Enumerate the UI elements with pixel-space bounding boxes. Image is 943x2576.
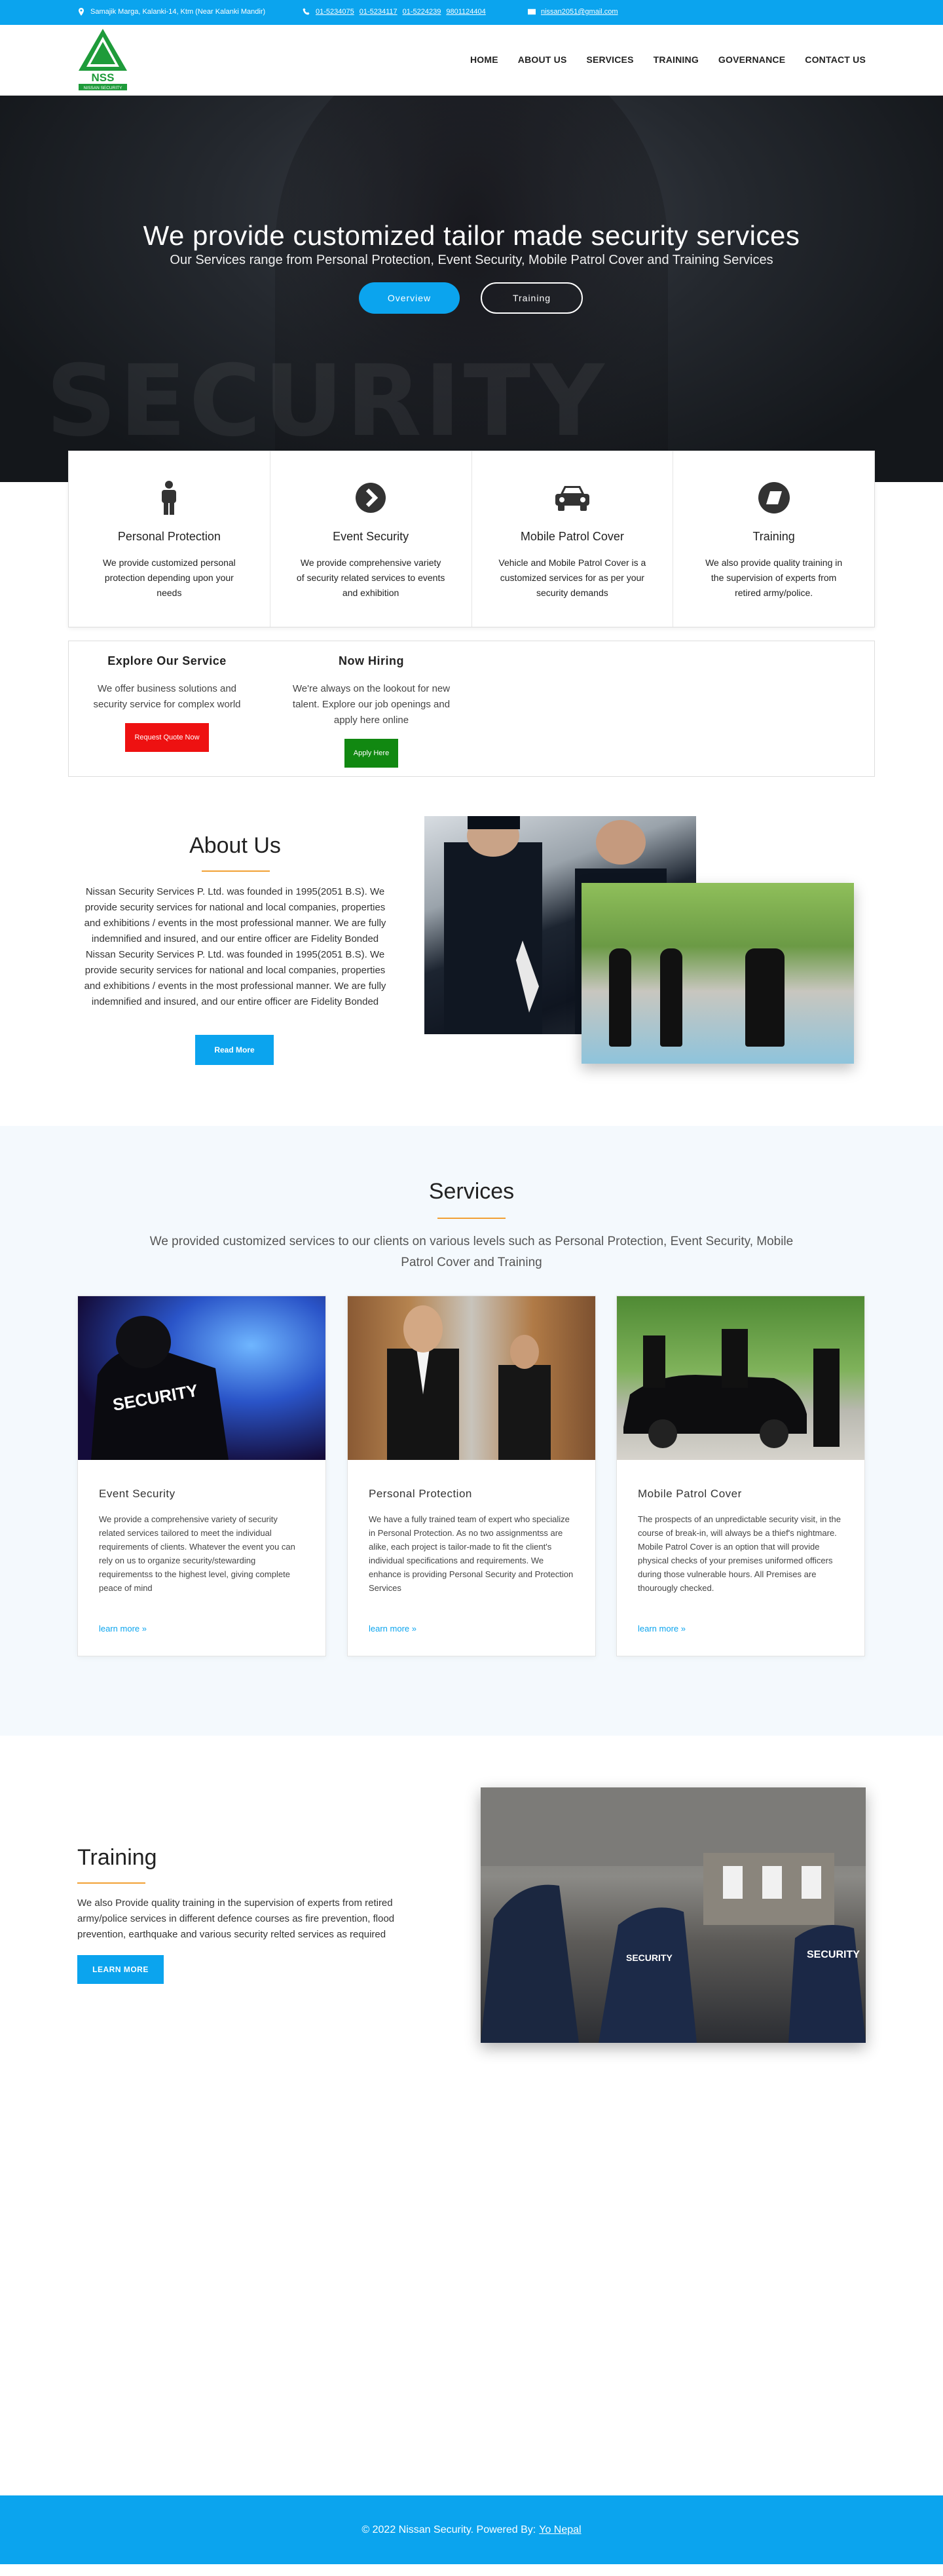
services-underline bbox=[437, 1218, 506, 1219]
main-nav: HOME ABOUT US SERVICES TRAINING GOVERNAN… bbox=[470, 54, 866, 65]
explore-text: We offer business solutions and security… bbox=[93, 683, 241, 710]
nav-governance[interactable]: GOVERNANCE bbox=[718, 54, 785, 65]
nav-home[interactable]: HOME bbox=[470, 54, 498, 65]
feature-title: Training bbox=[752, 530, 795, 543]
address-text: Samajik Marga, Kalanki-14, Ktm (Near Kal… bbox=[90, 8, 266, 16]
trainee-figure bbox=[609, 948, 631, 1047]
trainee-jacket-text: SECURITY bbox=[626, 1952, 673, 1963]
learn-more-label: learn more bbox=[638, 1624, 679, 1633]
feature-text: We provide comprehensive variety of secu… bbox=[296, 557, 445, 598]
nav-about-us[interactable]: ABOUT US bbox=[518, 54, 567, 65]
site-footer: © 2022 Nissan Security. Powered By: Yo N… bbox=[0, 2495, 943, 2564]
training-text: We also Provide quality training in the … bbox=[77, 1897, 395, 1940]
double-chevron-right-icon: » bbox=[141, 1624, 147, 1633]
site-header: NSS NISSAN SECURITY HOME ABOUT US SERVIC… bbox=[0, 25, 943, 96]
learn-more-label: learn more bbox=[99, 1624, 140, 1633]
hero-title: We provide customized tailor made securi… bbox=[143, 220, 800, 251]
footer-copyright: © 2022 Nissan Security. Powered By: bbox=[361, 2524, 536, 2535]
footer-credit-link[interactable]: Yo Nepal bbox=[539, 2524, 581, 2536]
learn-more-label: learn more bbox=[369, 1624, 410, 1633]
service-card-title: Event Security bbox=[99, 1487, 176, 1500]
about-image-training bbox=[582, 883, 854, 1064]
service-card-text: The prospects of an unpredictable securi… bbox=[638, 1514, 841, 1593]
phone-icon bbox=[303, 8, 310, 15]
feature-text: We also provide quality training in the … bbox=[705, 557, 843, 598]
learn-more-button[interactable]: LEARN MORE bbox=[77, 1955, 164, 1984]
training-title: Training bbox=[77, 1845, 157, 1870]
hiring-text: We're always on the lookout for new tale… bbox=[292, 683, 451, 726]
service-card-personal-protection: Personal Protection We have a fully trai… bbox=[347, 1296, 596, 1656]
features-strip: Personal Protection We provide customize… bbox=[68, 451, 875, 627]
car-icon bbox=[472, 480, 673, 515]
services-intro: We provided customized services to our c… bbox=[149, 1235, 794, 1269]
site-logo[interactable]: NSS NISSAN SECURITY bbox=[77, 28, 128, 93]
email-link[interactable]: nissan2051@gmail.com bbox=[541, 8, 618, 16]
logo-text: NSS bbox=[92, 71, 115, 84]
service-card-title: Mobile Patrol Cover bbox=[638, 1487, 742, 1500]
hero-background-text: SECURITY bbox=[46, 345, 607, 458]
about-title: About Us bbox=[189, 833, 281, 858]
phone-link-4[interactable]: 9801124404 bbox=[446, 8, 485, 16]
nav-contact-us[interactable]: CONTACT US bbox=[805, 54, 866, 65]
trainer-figure bbox=[745, 948, 785, 1047]
about-underline bbox=[202, 870, 270, 872]
feature-personal-protection: Personal Protection We provide customize… bbox=[69, 451, 270, 627]
service-card-title: Personal Protection bbox=[369, 1487, 472, 1500]
eraser-icon bbox=[673, 480, 874, 515]
overview-button[interactable]: Overview bbox=[359, 282, 460, 314]
training-button[interactable]: Training bbox=[481, 282, 583, 314]
feature-text: We provide customized personal protectio… bbox=[102, 557, 236, 598]
service-card-mobile-patrol: Mobile Patrol Cover The prospects of an … bbox=[616, 1296, 865, 1656]
explore-title: Explore Our Service bbox=[107, 654, 227, 667]
double-chevron-right-icon: » bbox=[680, 1624, 686, 1633]
learn-more-link[interactable]: learn more » bbox=[99, 1624, 305, 1633]
feature-mobile-patrol: Mobile Patrol Cover Vehicle and Mobile P… bbox=[472, 451, 674, 627]
email: nissan2051@gmail.com bbox=[528, 8, 618, 16]
nav-services[interactable]: SERVICES bbox=[586, 54, 633, 65]
logo-subtext: NISSAN SECURITY bbox=[84, 86, 123, 90]
feature-title: Mobile Patrol Cover bbox=[520, 530, 624, 543]
phone-link-3[interactable]: 01-5224239 bbox=[403, 8, 441, 16]
hero-section: SECURITY We provide customized tailor ma… bbox=[0, 96, 943, 482]
trainee-jacket-text: SECURITY bbox=[807, 1949, 860, 1960]
request-quote-button[interactable]: Request Quote Now bbox=[125, 723, 209, 752]
service-card-event-security: SECURITY Event Security We provide a com… bbox=[77, 1296, 326, 1656]
feature-training: Training We also provide quality trainin… bbox=[673, 451, 874, 627]
explore-service-block: Explore Our Service We offer business so… bbox=[83, 654, 251, 752]
hiring-title: Now Hiring bbox=[339, 654, 404, 667]
address: Samajik Marga, Kalanki-14, Ktm (Near Kal… bbox=[77, 8, 265, 16]
feature-event-security: Event Security We provide comprehensive … bbox=[270, 451, 472, 627]
trainee-figure bbox=[660, 948, 682, 1047]
feature-text: Vehicle and Mobile Patrol Cover is a cus… bbox=[498, 557, 646, 598]
read-more-button[interactable]: Read More bbox=[195, 1035, 274, 1065]
about-text: Nissan Security Services P. Ltd. was fou… bbox=[84, 886, 386, 1007]
phone-numbers: 01-5234075 01-5234117 01-5224239 9801124… bbox=[303, 8, 486, 16]
chevron-circle-icon bbox=[270, 480, 472, 515]
person-icon bbox=[69, 480, 270, 515]
learn-more-link[interactable]: learn more » bbox=[638, 1624, 843, 1633]
training-underline bbox=[77, 1882, 145, 1884]
hero-subtitle: Our Services range from Personal Protect… bbox=[170, 253, 773, 267]
service-card-text: We have a fully trained team of expert w… bbox=[369, 1514, 574, 1593]
apply-here-button[interactable]: Apply Here bbox=[344, 739, 399, 768]
phone-link-1[interactable]: 01-5234075 bbox=[316, 8, 354, 16]
feature-title: Personal Protection bbox=[117, 530, 221, 543]
nav-training[interactable]: TRAINING bbox=[654, 54, 699, 65]
explore-hiring-box: Explore Our Service We offer business so… bbox=[68, 641, 875, 777]
event-security-image: SECURITY bbox=[78, 1296, 325, 1460]
envelope-icon bbox=[528, 9, 536, 15]
phone-link-2[interactable]: 01-5234117 bbox=[360, 8, 398, 16]
service-card-text: We provide a comprehensive variety of se… bbox=[99, 1514, 295, 1593]
personal-protection-image bbox=[348, 1296, 595, 1460]
mobile-patrol-image bbox=[617, 1296, 864, 1460]
training-image: SECURITY SECURITY bbox=[481, 1787, 866, 2043]
feature-title: Event Security bbox=[333, 530, 409, 543]
top-bar: Samajik Marga, Kalanki-14, Ktm (Near Kal… bbox=[0, 0, 943, 25]
now-hiring-block: Now Hiring We're always on the lookout f… bbox=[287, 654, 455, 768]
learn-more-link[interactable]: learn more » bbox=[369, 1624, 574, 1633]
double-chevron-right-icon: » bbox=[411, 1624, 416, 1633]
map-pin-icon bbox=[79, 8, 84, 16]
services-title: Services bbox=[428, 1179, 515, 1204]
